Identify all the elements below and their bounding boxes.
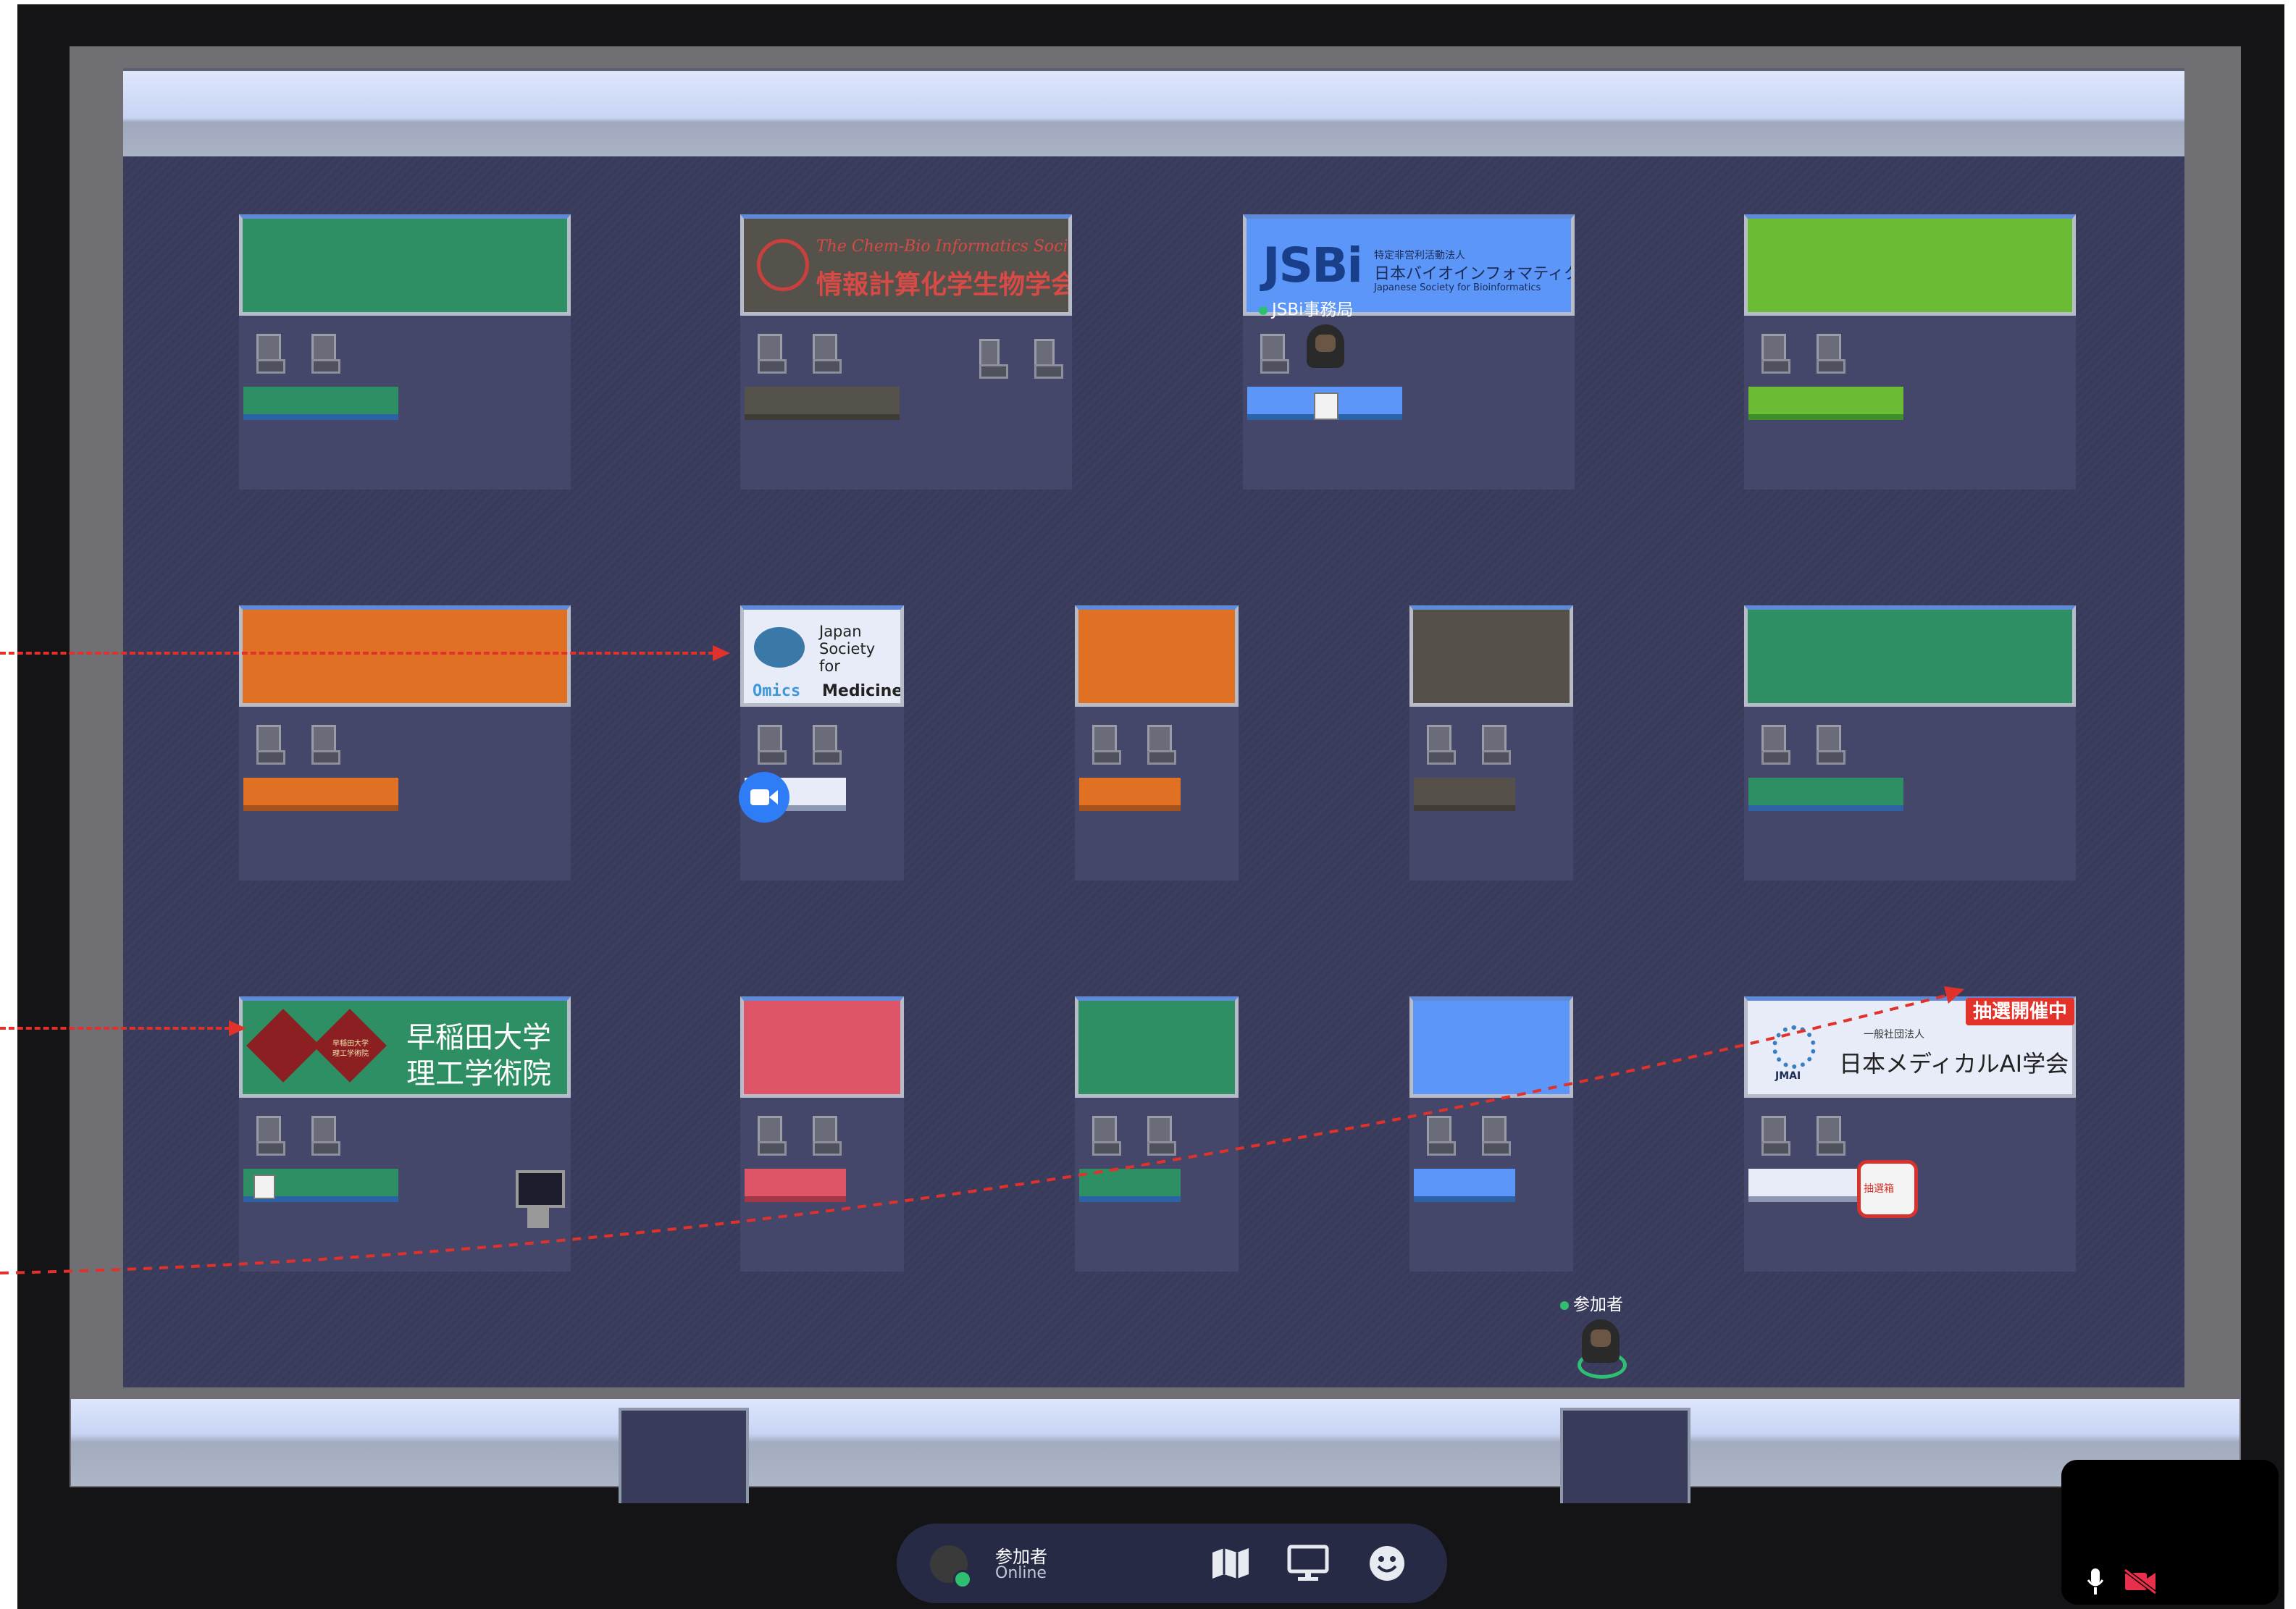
- self-avatar[interactable]: [1582, 1319, 1620, 1363]
- jsom-banner[interactable]: Japan Society for Omics Medicine: [740, 605, 904, 707]
- jsom-text-2: Society: [819, 640, 876, 658]
- bottom-toolbar: 参加者 Online: [897, 1524, 1447, 1603]
- toolbar-status: Online: [995, 1564, 1047, 1582]
- left-door[interactable]: [619, 1408, 749, 1503]
- game-window: The Chem-Bio Informatics Society 情報計算化学生…: [17, 4, 2284, 1609]
- guide-arrowhead-1: [713, 645, 730, 661]
- user-avatar[interactable]: [930, 1545, 972, 1589]
- zoom-video-icon[interactable]: [739, 772, 789, 823]
- self-name-tag: 参加者: [1560, 1290, 1623, 1315]
- isbi-name-en: The Chem-Bio Informatics Society: [816, 238, 1072, 256]
- staff-avatar[interactable]: [1307, 324, 1344, 368]
- isbi-name-ja: 情報計算化学生物学会: [816, 269, 1072, 300]
- top-wall-band: [123, 68, 2184, 156]
- dna-icon: [754, 627, 805, 668]
- guide-arrow-1: [0, 652, 714, 655]
- map-icon[interactable]: [1210, 1547, 1252, 1580]
- bottom-wall-band: [71, 1399, 2240, 1486]
- microphone-icon[interactable]: [2086, 1567, 2105, 1596]
- screen-share-icon[interactable]: [1286, 1544, 1330, 1583]
- jsom-text-medicine: Medicine: [822, 682, 903, 700]
- guide-arrow-3: [0, 986, 1964, 1274]
- isbi-logo-icon: [757, 239, 809, 291]
- jsbi-name-en: Japanese Society for Bioinformatics: [1374, 282, 1541, 293]
- jsbi-logo: JSBi: [1262, 238, 1363, 293]
- jsbi-subtitle: 特定非営利活動法人: [1374, 250, 1465, 261]
- jsom-text-1: Japan: [819, 623, 862, 640]
- isbi-banner[interactable]: The Chem-Bio Informatics Society 情報計算化学生…: [740, 214, 1072, 316]
- emoji-icon[interactable]: [1367, 1544, 1407, 1583]
- jsom-text-omics: Omics: [753, 682, 801, 700]
- camera-off-icon[interactable]: [2122, 1568, 2158, 1595]
- document-icon[interactable]: [1314, 392, 1338, 420]
- online-indicator: [953, 1570, 972, 1589]
- staff-name-tag: JSBi事務局: [1259, 295, 1354, 320]
- jsom-text-3: for: [819, 658, 840, 675]
- right-door[interactable]: [1560, 1408, 1690, 1503]
- jsbi-counter: [1247, 387, 1402, 420]
- jsbi-name-ja: 日本バイオインフォマティクス学会: [1374, 265, 1571, 283]
- self-video-preview: [2061, 1460, 2279, 1605]
